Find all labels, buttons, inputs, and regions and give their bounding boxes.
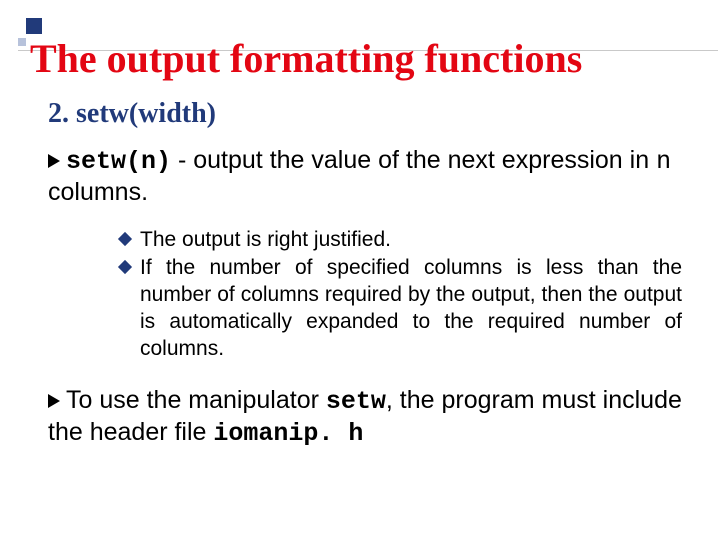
p2-text-a: To use the manipulator [66, 386, 326, 414]
code-setw: setw [326, 387, 386, 416]
code-iomanip-h: iomanip. h [213, 419, 363, 448]
section-subhead: 2. setw(width) [48, 98, 216, 130]
sub-bullet-list: The output is right justified. If the nu… [120, 227, 682, 363]
p1-text-mid: - output the value of the next expressio… [171, 146, 656, 174]
p1-text-end: columns. [48, 178, 148, 206]
diamond-bullet-icon [118, 231, 132, 245]
list-item: The output is right justified. [120, 227, 682, 254]
triangle-bullet-icon [48, 394, 60, 408]
code-n: n [656, 147, 671, 176]
deco-square-small [18, 38, 26, 46]
paragraph-2: To use the manipulator setw, the program… [48, 385, 690, 450]
triangle-bullet-icon [48, 154, 60, 168]
slide-title: The output formatting functions [30, 30, 700, 80]
diamond-bullet-icon [118, 260, 132, 274]
sub-item-b: If the number of specified columns is le… [140, 255, 682, 363]
slide: The output formatting functions 2. setw(… [0, 0, 720, 540]
paragraph-1: setw(n) - output the value of the next e… [48, 145, 690, 209]
sub-item-a: The output is right justified. [140, 227, 682, 254]
slide-body: setw(n) - output the value of the next e… [48, 145, 690, 449]
list-item: If the number of specified columns is le… [120, 255, 682, 363]
code-setw-n: setw(n) [66, 147, 171, 176]
